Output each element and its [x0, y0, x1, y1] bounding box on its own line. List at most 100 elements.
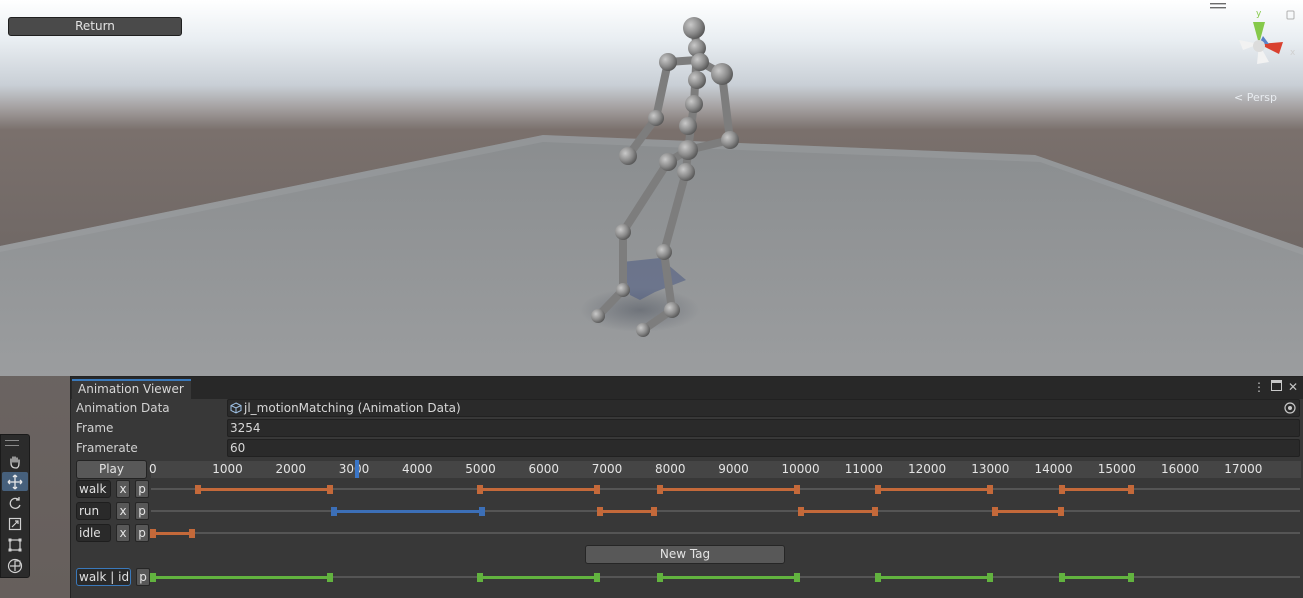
- timeline-ruler[interactable]: 0100020003000400050006000700080009000100…: [149, 461, 1301, 478]
- range-handle[interactable]: [1059, 573, 1066, 582]
- range-handle[interactable]: [871, 507, 878, 516]
- animation-viewer-window: Animation Viewer ⋮ ✕ Animation Data jl_m…: [70, 376, 1303, 598]
- animation-data-value: jl_motionMatching (Animation Data): [244, 401, 461, 415]
- timeline-tick-label: 5000: [465, 462, 496, 476]
- preview-tag-button[interactable]: p: [135, 502, 149, 520]
- new-tag-button[interactable]: New Tag: [585, 545, 785, 564]
- play-button[interactable]: Play: [76, 460, 147, 479]
- transform-tool-icon[interactable]: [2, 556, 28, 575]
- query-range-bar[interactable]: [1059, 573, 1135, 582]
- range-handle[interactable]: [650, 507, 657, 516]
- more-options-icon[interactable]: ⋮: [1252, 380, 1266, 394]
- window-tabbar: Animation Viewer ⋮ ✕: [71, 377, 1303, 399]
- tag-run-range-bar[interactable]: [331, 507, 485, 516]
- timeline-tick-label: 9000: [718, 462, 749, 476]
- hand-tool-icon[interactable]: [2, 452, 28, 471]
- tag-query-field[interactable]: walk | idle: [76, 568, 131, 586]
- framerate-field[interactable]: 60: [227, 439, 1300, 457]
- frame-label: Frame: [76, 421, 114, 435]
- range-handle[interactable]: [597, 507, 604, 516]
- range-handle[interactable]: [1059, 485, 1066, 494]
- range-handle[interactable]: [326, 485, 333, 494]
- tag-walk-range-bar[interactable]: [875, 485, 994, 494]
- query-range-bar[interactable]: [657, 573, 801, 582]
- range-handle[interactable]: [593, 573, 600, 582]
- timeline-tick-label: 14000: [1034, 462, 1073, 476]
- timeline-tick-label: 2000: [275, 462, 307, 476]
- return-button[interactable]: Return: [8, 17, 182, 36]
- range-handle[interactable]: [992, 507, 999, 516]
- range-handle[interactable]: [326, 573, 333, 582]
- tag-walk-range-bar[interactable]: [657, 485, 801, 494]
- projection-label[interactable]: < Persp: [1234, 91, 1277, 104]
- timeline-tick-label: 6000: [528, 462, 560, 476]
- frame-field[interactable]: 3254: [227, 419, 1300, 437]
- orientation-gizmo-icon[interactable]: y x: [1225, 2, 1303, 72]
- tag-run-b-range-bar[interactable]: [798, 507, 878, 516]
- query-preview-button[interactable]: p: [136, 568, 150, 586]
- tag-walk-range-bar[interactable]: [1059, 485, 1135, 494]
- range-handle[interactable]: [593, 485, 600, 494]
- timeline-tick-label: 17000: [1224, 462, 1263, 476]
- scene-menu-icon[interactable]: [1210, 2, 1226, 10]
- tag-name-field[interactable]: run: [76, 502, 111, 520]
- remove-tag-button[interactable]: x: [116, 480, 130, 498]
- range-handle[interactable]: [189, 529, 196, 538]
- timeline-tick-label: 12000: [908, 462, 947, 476]
- tag-walk-range-bar[interactable]: [476, 485, 600, 494]
- query-range-bar[interactable]: [875, 573, 994, 582]
- range-handle[interactable]: [476, 573, 483, 582]
- maximize-icon[interactable]: [1269, 380, 1283, 394]
- palette-grip-icon[interactable]: [5, 440, 19, 446]
- range-handle[interactable]: [331, 507, 338, 516]
- range-handle[interactable]: [149, 573, 156, 582]
- timeline-tick-label: 7000: [591, 462, 623, 476]
- gizmo-x-label: x: [1290, 48, 1296, 58]
- range-handle[interactable]: [657, 485, 664, 494]
- range-handle[interactable]: [476, 485, 483, 494]
- timeline-playhead[interactable]: [354, 460, 359, 478]
- tag-track-line: [151, 510, 1300, 512]
- range-handle[interactable]: [1128, 573, 1135, 582]
- move-tool-icon[interactable]: [2, 472, 28, 491]
- rotate-tool-icon[interactable]: [2, 493, 28, 512]
- preview-tag-button[interactable]: p: [135, 480, 149, 498]
- range-handle[interactable]: [195, 485, 202, 494]
- range-handle[interactable]: [478, 507, 485, 516]
- tag-run-b-range-bar[interactable]: [992, 507, 1064, 516]
- tab-animation-viewer[interactable]: Animation Viewer: [72, 379, 191, 399]
- tag-run-b-range-bar[interactable]: [597, 507, 657, 516]
- remove-tag-button[interactable]: x: [116, 502, 130, 520]
- timeline-tick-label: 15000: [1097, 462, 1136, 476]
- scale-tool-icon[interactable]: [2, 514, 28, 533]
- range-handle[interactable]: [149, 529, 156, 538]
- timeline-tick-label: 8000: [655, 462, 686, 476]
- range-handle[interactable]: [875, 573, 882, 582]
- framerate-label: Framerate: [76, 441, 138, 455]
- remove-tag-button[interactable]: x: [116, 524, 130, 542]
- character-skeleton[interactable]: [560, 10, 780, 350]
- tag-idle-range-bar[interactable]: [149, 529, 196, 538]
- range-handle[interactable]: [987, 485, 994, 494]
- tag-name-field[interactable]: idle: [76, 524, 111, 542]
- query-range-bar[interactable]: [476, 573, 600, 582]
- range-handle[interactable]: [798, 507, 805, 516]
- range-handle[interactable]: [794, 573, 801, 582]
- close-icon[interactable]: ✕: [1286, 380, 1300, 394]
- range-handle[interactable]: [987, 573, 994, 582]
- query-range-bar[interactable]: [149, 573, 333, 582]
- range-handle[interactable]: [1057, 507, 1064, 516]
- range-handle[interactable]: [1128, 485, 1135, 494]
- tool-palette: [0, 434, 30, 578]
- tag-walk-range-bar[interactable]: [195, 485, 333, 494]
- animation-data-field[interactable]: jl_motionMatching (Animation Data): [227, 399, 1300, 417]
- object-picker-icon[interactable]: [1284, 402, 1296, 414]
- preview-tag-button[interactable]: p: [135, 524, 149, 542]
- range-handle[interactable]: [794, 485, 801, 494]
- timeline-tick-label: 4000: [402, 462, 433, 476]
- timeline-tick-label: 0: [149, 462, 157, 476]
- range-handle[interactable]: [657, 573, 664, 582]
- tag-name-field[interactable]: walk: [76, 480, 111, 498]
- range-handle[interactable]: [875, 485, 882, 494]
- rect-tool-icon[interactable]: [2, 535, 28, 554]
